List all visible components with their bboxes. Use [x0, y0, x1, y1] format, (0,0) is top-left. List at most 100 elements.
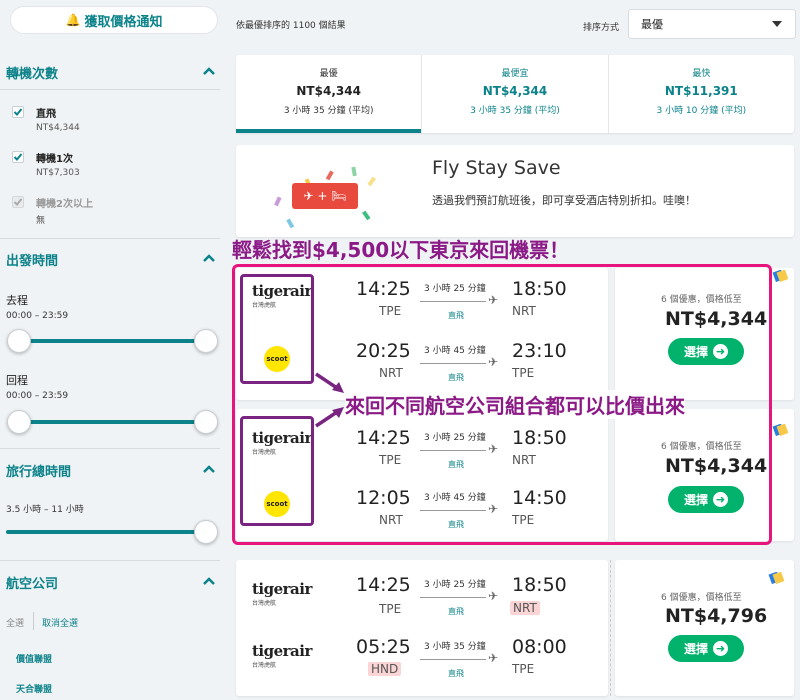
- stops-option-price: NT$4,344: [36, 123, 80, 133]
- airline-sub: 台灣虎航: [252, 600, 277, 607]
- tab-name: 最快: [692, 69, 711, 79]
- select-button[interactable]: 選擇 ➜: [668, 635, 744, 662]
- outbound-slider-max-handle[interactable]: [194, 329, 218, 353]
- chevron-up-icon[interactable]: [202, 464, 216, 474]
- promo-title: Fly Stay Save: [432, 157, 561, 179]
- arrival-time: 08:00: [512, 636, 567, 658]
- stops-option-label: 直飛: [36, 109, 56, 120]
- return-label: 回程: [6, 374, 28, 387]
- divider: [0, 89, 220, 90]
- deal-tag-icon: [768, 572, 784, 584]
- sort-value: 最優: [641, 18, 663, 31]
- select-label: 選擇: [683, 642, 708, 656]
- stops-option-price: 無: [36, 216, 46, 226]
- tab-duration: 3 小時 35 分鐘 (平均): [470, 106, 560, 116]
- stops-label: 直飛: [448, 607, 464, 616]
- departure-airport: TPE: [379, 602, 402, 616]
- return-slider-track[interactable]: [16, 420, 206, 424]
- promo-description: 透過我們預訂航班後，即可享受酒店特別折扣。哇噢！: [432, 194, 696, 207]
- fly-stay-icon: ✈ + 🛏: [292, 183, 358, 209]
- outbound-slider-min-handle[interactable]: [7, 329, 31, 353]
- airline-alliance-item[interactable]: 天合聯盟: [16, 682, 52, 695]
- price-alert-button[interactable]: 🔔 獲取價格通知: [10, 6, 218, 34]
- arrival-airport-changed: NRT: [510, 601, 540, 615]
- check-icon: [13, 108, 23, 116]
- flight-line: [420, 597, 486, 598]
- annotation-callout: 來回不同航空公司組合都可以比價出來: [345, 390, 685, 419]
- chevron-up-icon[interactable]: [202, 253, 216, 263]
- departure-time: 14:25: [356, 574, 411, 596]
- sort-dropdown[interactable]: 最優: [628, 9, 796, 39]
- tab-fastest[interactable]: 最快 NT$11,391 3 小時 10 分鐘 (平均): [607, 55, 794, 133]
- tab-name: 最優: [319, 69, 338, 79]
- tab-price: NT$4,344: [482, 84, 548, 98]
- chevron-up-icon[interactable]: [202, 576, 216, 586]
- divider: [0, 448, 220, 449]
- return-slider-max-handle[interactable]: [194, 410, 218, 434]
- duration-section-title: 旅行總時間: [6, 465, 72, 480]
- tab-price: NT$11,391: [664, 84, 738, 98]
- price-alert-label: 獲取價格通知: [84, 14, 163, 30]
- check-icon: [13, 153, 23, 161]
- departure-time: 05:25: [356, 636, 411, 658]
- check-icon: [13, 198, 23, 206]
- price: NT$4,796: [665, 605, 768, 627]
- stops-label: 直飛: [448, 669, 464, 678]
- annotation-headline: 輕鬆找到$4,500以下東京來回機票！: [232, 238, 570, 262]
- tab-duration: 3 小時 10 分鐘 (平均): [656, 106, 747, 116]
- airline-logo: tigerair: [252, 580, 312, 598]
- duration-slider-handle[interactable]: [194, 520, 218, 544]
- plane-icon: ✈: [488, 589, 499, 603]
- tab-name: 最便宜: [501, 69, 529, 79]
- flight-card-itinerary[interactable]: tigerair 台灣虎航 14:25 TPE 3 小時 25 分鐘 ✈ 直飛 …: [236, 560, 608, 696]
- plane-icon: ✈: [488, 651, 499, 665]
- outbound-label: 去程: [6, 294, 28, 307]
- deal-tag-icon: [772, 424, 788, 436]
- tab-best[interactable]: 最優 NT$4,344 3 小時 35 分鐘 (平均): [236, 55, 422, 133]
- arrow-right-icon: ➜: [713, 641, 728, 656]
- tab-duration: 3 小時 35 分鐘 (平均): [283, 106, 374, 116]
- airline-alliance-item[interactable]: 價值聯盟: [16, 652, 52, 665]
- departure-section-title: 出發時間: [6, 254, 59, 269]
- outbound-range: 00:00 – 23:59: [6, 311, 69, 321]
- clear-all-link[interactable]: 取消全選: [42, 616, 78, 629]
- outbound-slider-track[interactable]: [16, 339, 206, 343]
- divider: [33, 612, 34, 630]
- stops-one-checkbox[interactable]: [12, 151, 24, 163]
- tab-price: NT$4,344: [296, 84, 361, 98]
- bell-icon: 🔔: [65, 13, 81, 27]
- stops-two-plus-checkbox[interactable]: [12, 196, 24, 208]
- divider: [0, 560, 220, 561]
- chevron-up-icon[interactable]: [202, 66, 216, 76]
- stops-direct-checkbox[interactable]: [12, 106, 24, 118]
- active-tab-indicator: [236, 129, 422, 133]
- caret-down-icon: [772, 21, 782, 27]
- airline-highlight-box: [240, 274, 314, 384]
- arrival-airport: TPE: [512, 662, 535, 676]
- stops-option-price: NT$7,303: [36, 168, 80, 178]
- stops-section-title: 轉機次數: [6, 67, 59, 82]
- tab-cheapest[interactable]: 最便宜 NT$4,344 3 小時 35 分鐘 (平均): [421, 55, 607, 133]
- sort-tabs: 最優 NT$4,344 3 小時 35 分鐘 (平均) 最便宜 NT$4,344…: [236, 55, 794, 133]
- card-divider: [610, 560, 611, 696]
- duration-slider-track[interactable]: [6, 530, 206, 534]
- divider: [0, 238, 220, 239]
- deal-tag-icon: [772, 270, 788, 282]
- sort-label: 排序方式: [583, 23, 620, 33]
- stops-option-label: 轉機2次以上: [36, 199, 93, 210]
- duration-range: 3.5 小時 – 11 小時: [6, 505, 84, 515]
- return-slider-min-handle[interactable]: [7, 410, 31, 434]
- airline-sub: 台灣虎航: [252, 662, 277, 669]
- airline-logo: tigerair: [252, 642, 312, 660]
- flight-duration: 3 小時 35 分鐘: [424, 642, 486, 652]
- results-count: 依最優排序的 1100 個結果: [236, 21, 346, 31]
- flight-duration: 3 小時 25 分鐘: [424, 580, 486, 590]
- airline-highlight-box: [240, 416, 314, 526]
- select-all-link[interactable]: 全選: [6, 616, 24, 629]
- arrival-time: 18:50: [512, 574, 567, 596]
- airlines-section-title: 航空公司: [6, 577, 59, 592]
- stops-option-label: 轉機1次: [36, 154, 73, 165]
- deals-count: 6 個優惠，價格低至: [661, 593, 742, 603]
- promo-icon-text: ✈ + 🛏: [303, 189, 347, 203]
- flight-line: [420, 659, 486, 660]
